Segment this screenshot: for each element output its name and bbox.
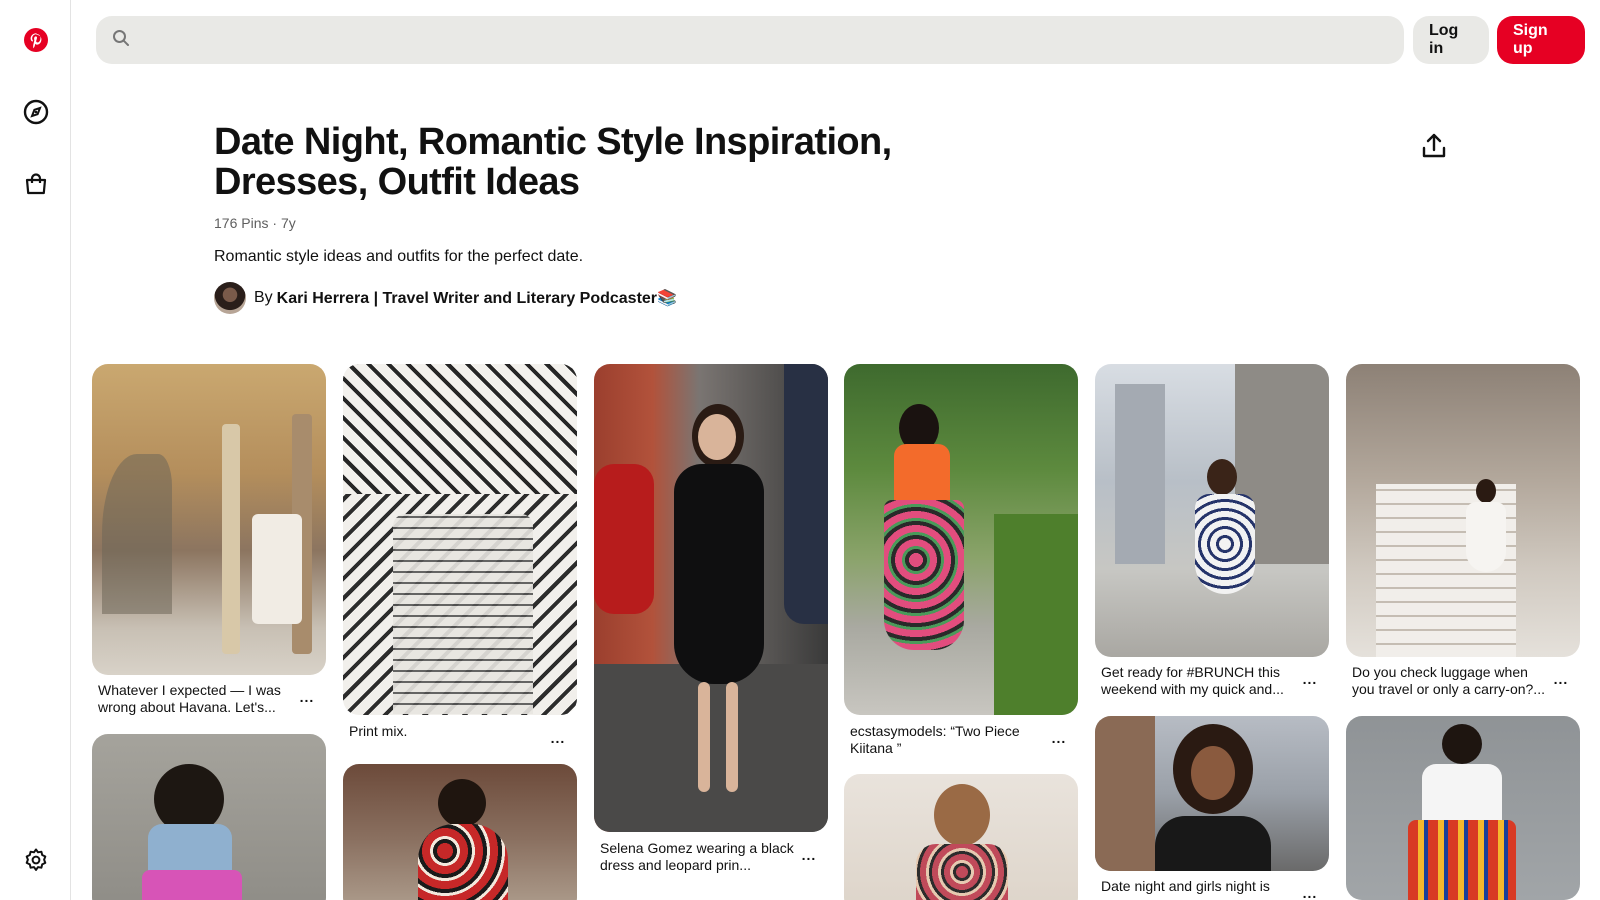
- shop-bag-icon[interactable]: [14, 162, 58, 206]
- meta-separator: ·: [272, 215, 281, 231]
- pin-image[interactable]: [844, 774, 1078, 900]
- pin-card[interactable]: [1346, 716, 1580, 900]
- pin-more-button[interactable]: ...: [1299, 671, 1321, 687]
- pin-image[interactable]: [1095, 364, 1329, 657]
- settings-gear-icon[interactable]: [14, 838, 58, 882]
- board-meta: 176 Pins · 7y: [214, 215, 296, 231]
- pin-more-button[interactable]: ...: [1299, 885, 1321, 900]
- face-shape: [1191, 746, 1235, 800]
- board-age: 7y: [280, 215, 296, 231]
- white-fabric-shape: [252, 514, 302, 624]
- pin-card[interactable]: [844, 774, 1078, 900]
- pin-caption: Date night and girls night is: [1101, 878, 1270, 894]
- author-avatar[interactable]: [214, 282, 246, 314]
- staircase-shape: [102, 454, 172, 614]
- pin-image[interactable]: [594, 364, 828, 832]
- pin-caption: Whatever I expected — I was wrong about …: [98, 682, 281, 715]
- pin-image[interactable]: [1095, 716, 1329, 871]
- pin-image[interactable]: [844, 364, 1078, 715]
- pin-caption: Do you check luggage when you travel or …: [1352, 664, 1545, 697]
- white-shirt-shape: [1422, 764, 1502, 824]
- street-shape: [594, 664, 828, 832]
- pin-caption: ecstasymodels: “Two Piece Kiitana ”: [850, 723, 1020, 756]
- pins-count: 176 Pins: [214, 215, 269, 231]
- sequin-top-shape: [1155, 816, 1271, 871]
- pin-card[interactable]: Print mix. ...: [343, 364, 577, 746]
- pin-card[interactable]: Get ready for #BRUNCH this weekend with …: [1095, 364, 1329, 697]
- pin-card[interactable]: [92, 734, 326, 900]
- pin-image[interactable]: [92, 734, 326, 900]
- pinterest-logo-icon[interactable]: [14, 18, 58, 62]
- floral-coat-shape: [418, 824, 508, 900]
- explore-compass-icon[interactable]: [14, 90, 58, 134]
- pin-image[interactable]: [343, 764, 577, 900]
- pin-card[interactable]: ecstasymodels: “Two Piece Kiitana ” ...: [844, 364, 1078, 756]
- leg-shape: [726, 682, 738, 792]
- plaid-skirt-shape: [393, 514, 533, 714]
- pin-image[interactable]: [92, 364, 326, 675]
- hair-shape: [934, 784, 990, 846]
- suit-shape: [784, 364, 828, 624]
- login-button[interactable]: Log in: [1413, 16, 1489, 64]
- hair-shape: [1442, 724, 1482, 764]
- board-description: Romantic style ideas and outfits for the…: [214, 248, 584, 265]
- pin-more-button[interactable]: ...: [547, 730, 569, 746]
- author-name-link[interactable]: Kari Herrera | Travel Writer and Literar…: [277, 288, 677, 308]
- pin-card[interactable]: Date night and girls night is ...: [1095, 716, 1329, 900]
- board-title: Date Night, Romantic Style Inspiration, …: [214, 121, 892, 203]
- pink-skirt-shape: [142, 870, 242, 900]
- search-bar[interactable]: [96, 16, 1404, 64]
- orange-top-shape: [894, 444, 950, 504]
- column-shape: [222, 424, 240, 654]
- pin-card[interactable]: Selena Gomez wearing a black dress and l…: [594, 364, 828, 873]
- grass-shape: [994, 514, 1078, 715]
- building-shape: [1095, 716, 1155, 871]
- pin-card[interactable]: Whatever I expected — I was wrong about …: [92, 364, 326, 715]
- share-icon[interactable]: [1418, 130, 1450, 162]
- pin-more-button[interactable]: ...: [798, 847, 820, 863]
- leg-shape: [698, 682, 710, 792]
- black-dress-shape: [674, 464, 764, 684]
- print-skirt-shape: [1408, 820, 1516, 900]
- pin-more-button[interactable]: ...: [1550, 671, 1572, 687]
- by-prefix: By: [254, 289, 273, 306]
- left-nav-rail: [0, 0, 71, 900]
- pin-more-button[interactable]: ...: [296, 689, 318, 705]
- floral-skirt-shape: [884, 500, 964, 650]
- red-car-shape: [594, 464, 654, 614]
- board-byline: By Kari Herrera | Travel Writer and Lite…: [214, 282, 677, 314]
- building-shape: [1115, 384, 1165, 564]
- pin-image[interactable]: [1346, 364, 1580, 657]
- pin-card[interactable]: [343, 764, 577, 900]
- floral-dress-shape: [916, 844, 1008, 900]
- lace-dress-shape: [1195, 494, 1255, 594]
- hair-shape: [1476, 479, 1496, 503]
- pin-caption: Selena Gomez wearing a black dress and l…: [600, 840, 794, 873]
- pin-image[interactable]: [343, 364, 577, 715]
- pin-more-button[interactable]: ...: [1048, 730, 1070, 746]
- search-input[interactable]: [140, 16, 1404, 64]
- hair-shape: [1207, 459, 1237, 495]
- pin-card[interactable]: Do you check luggage when you travel or …: [1346, 364, 1580, 697]
- pin-caption: Get ready for #BRUNCH this weekend with …: [1101, 664, 1284, 697]
- search-icon: [112, 29, 130, 52]
- striped-top-shape: [343, 364, 577, 494]
- face-shape: [698, 414, 736, 460]
- pin-image[interactable]: [1346, 716, 1580, 900]
- signup-button[interactable]: Sign up: [1497, 16, 1585, 64]
- pin-caption: Print mix.: [349, 723, 408, 739]
- hair-shape: [438, 779, 486, 827]
- white-dress-shape: [1466, 502, 1506, 572]
- denim-shirt-shape: [148, 824, 232, 874]
